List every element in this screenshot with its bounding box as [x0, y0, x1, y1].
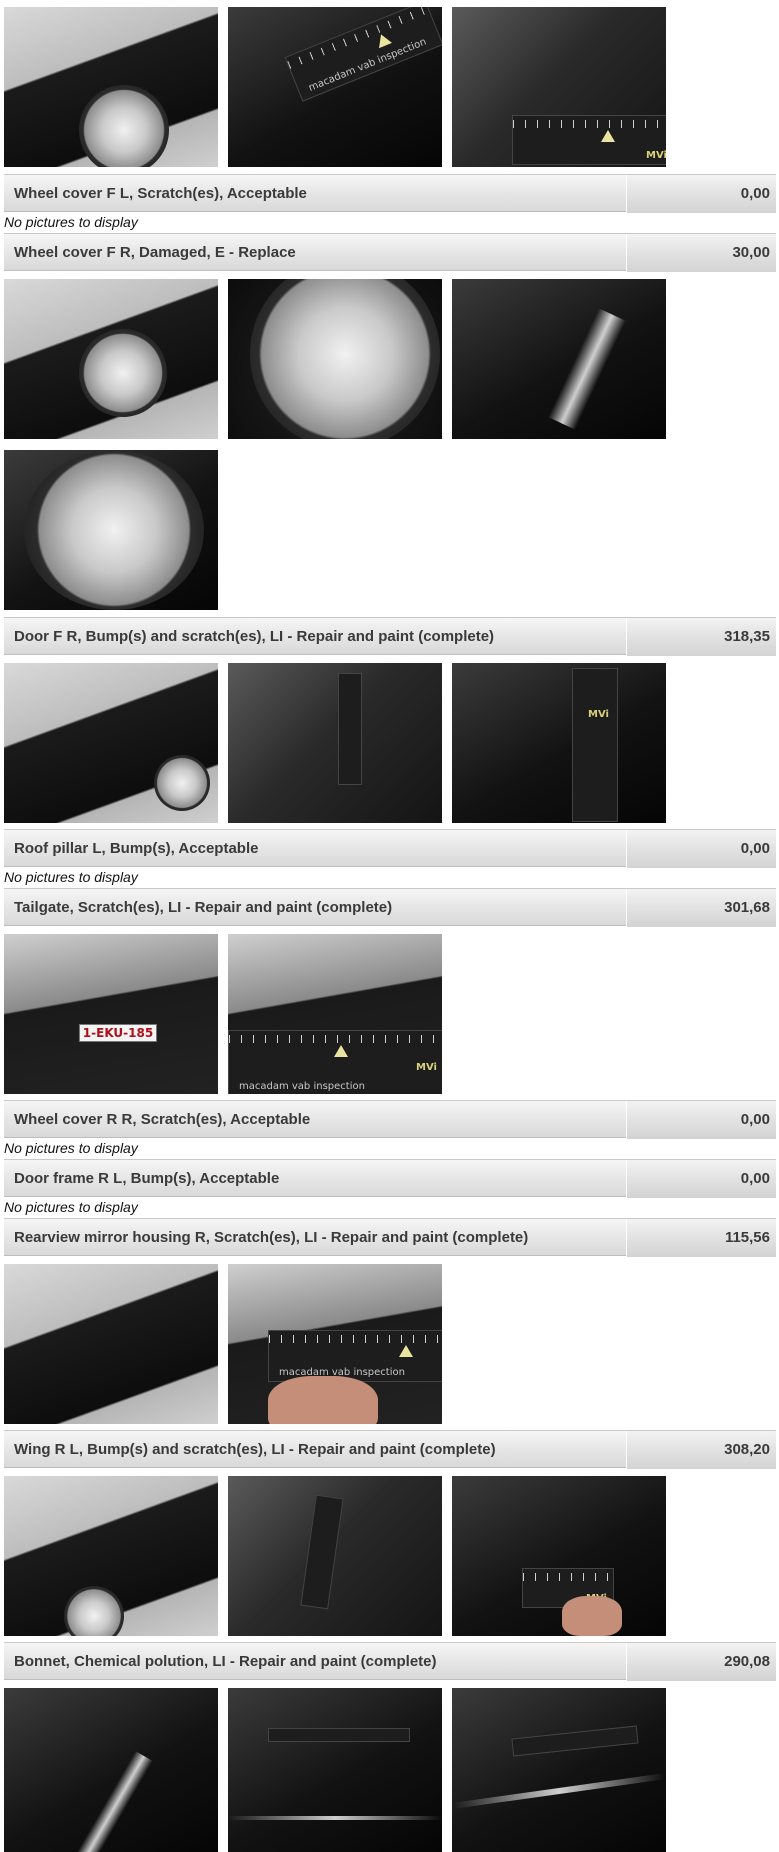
damage-description: Wheel cover F L, Scratch(es), Acceptable — [14, 185, 307, 202]
photo-bonnet-overview[interactable] — [4, 1688, 218, 1852]
damage-description: Tailgate, Scratch(es), LI - Repair and p… — [14, 899, 393, 916]
no-pictures-message: No pictures to display — [4, 1199, 138, 1215]
photo-wing-damage[interactable] — [228, 1476, 442, 1636]
ruler-icon — [268, 1728, 410, 1742]
damage-row[interactable]: Door frame R L, Bump(s), Acceptable 0,00 — [4, 1159, 776, 1198]
damage-price: 308,20 — [626, 1431, 776, 1469]
photo-door-damage[interactable] — [228, 663, 442, 823]
damage-description: Wing R L, Bump(s) and scratch(es), LI - … — [14, 1441, 496, 1458]
damage-row[interactable]: Door F R, Bump(s) and scratch(es), LI - … — [4, 617, 776, 656]
photo-wheel-cover-scratch[interactable] — [452, 279, 666, 439]
inspection-report: macadam vab inspection MVi Wheel cover F… — [0, 0, 779, 1852]
ruler-icon: macadam vab inspection — [268, 1330, 442, 1382]
photo-car-rear[interactable]: 1-EKU-185 — [4, 934, 218, 1094]
damage-row[interactable]: Wheel cover R R, Scratch(es), Acceptable… — [4, 1100, 776, 1139]
damage-price: 0,00 — [626, 1101, 776, 1139]
damage-price: 0,00 — [626, 175, 776, 213]
photo-car-rear-left[interactable] — [4, 1476, 218, 1636]
photo-bonnet-damage[interactable] — [228, 1688, 442, 1852]
damage-row[interactable]: Roof pillar L, Bump(s), Acceptable 0,00 — [4, 829, 776, 868]
photo-door-detail[interactable]: MVi — [452, 663, 666, 823]
no-pictures-message: No pictures to display — [4, 1140, 138, 1156]
damage-description: Wheel cover R R, Scratch(es), Acceptable — [14, 1111, 311, 1128]
damage-row[interactable]: Bonnet, Chemical polution, LI - Repair a… — [4, 1642, 776, 1681]
photo-tailgate-scratch[interactable]: macadam vab inspection MVi — [228, 934, 442, 1094]
damage-price: 30,00 — [626, 234, 776, 272]
ruler-icon: MVi — [512, 115, 666, 165]
ruler-icon: macadam vab inspection MVi — [228, 1030, 442, 1094]
photo-wheel-cover-closeup[interactable]: macadam vab inspection — [228, 7, 442, 167]
ruler-icon — [511, 1725, 639, 1757]
photo-wing-detail[interactable]: MVi — [452, 1476, 666, 1636]
damage-row[interactable]: Wheel cover F R, Damaged, E - Replace 30… — [4, 233, 776, 272]
damage-price: 0,00 — [626, 1160, 776, 1198]
license-plate: 1-EKU-185 — [79, 1024, 157, 1042]
damage-row[interactable]: Wing R L, Bump(s) and scratch(es), LI - … — [4, 1430, 776, 1469]
damage-description: Roof pillar L, Bump(s), Acceptable — [14, 840, 259, 857]
damage-description: Bonnet, Chemical polution, LI - Repair a… — [14, 1653, 437, 1670]
photo-wheel-cover-damage[interactable] — [228, 279, 442, 439]
photo-car-front-left[interactable] — [4, 7, 218, 167]
ruler-icon: macadam vab inspection — [284, 7, 442, 102]
damage-price: 115,56 — [626, 1219, 776, 1257]
ruler-icon — [338, 673, 362, 785]
ruler-icon: MVi — [572, 668, 618, 822]
photo-car-side-right[interactable] — [4, 663, 218, 823]
damage-row[interactable]: Rearview mirror housing R, Scratch(es), … — [4, 1218, 776, 1257]
photo-car-front-right[interactable] — [4, 279, 218, 439]
damage-price: 301,68 — [626, 889, 776, 927]
damage-row[interactable]: Wheel cover F L, Scratch(es), Acceptable… — [4, 174, 776, 213]
damage-price: 290,08 — [626, 1643, 776, 1681]
damage-description: Door F R, Bump(s) and scratch(es), LI - … — [14, 628, 495, 645]
damage-description: Wheel cover F R, Damaged, E - Replace — [14, 244, 296, 261]
no-pictures-message: No pictures to display — [4, 869, 138, 885]
no-pictures-message: No pictures to display — [4, 214, 138, 230]
damage-price: 0,00 — [626, 830, 776, 868]
photo-wheel-cover-full[interactable] — [4, 450, 218, 610]
damage-price: 318,35 — [626, 618, 776, 656]
photo-wheel-cover-detail[interactable]: MVi — [452, 7, 666, 167]
damage-description: Door frame R L, Bump(s), Acceptable — [14, 1170, 280, 1187]
photo-bonnet-detail[interactable] — [452, 1688, 666, 1852]
photo-mirror-housing[interactable]: macadam vab inspection — [228, 1264, 442, 1424]
ruler-icon — [300, 1494, 344, 1610]
damage-description: Rearview mirror housing R, Scratch(es), … — [14, 1229, 529, 1246]
photo-car-mirror-side[interactable] — [4, 1264, 218, 1424]
damage-row[interactable]: Tailgate, Scratch(es), LI - Repair and p… — [4, 888, 776, 927]
